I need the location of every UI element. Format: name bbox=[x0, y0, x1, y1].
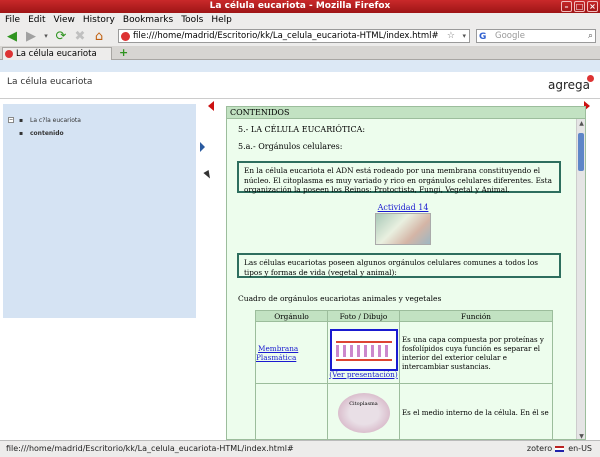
window-controls: – □ × bbox=[561, 1, 598, 12]
tab-bar: La célula eucariota + bbox=[0, 46, 600, 60]
tab-favicon-icon bbox=[5, 50, 13, 58]
organo-cell: Membrana Plasmática bbox=[255, 321, 328, 384]
menu-file[interactable]: File bbox=[5, 15, 20, 25]
tree-collapse-icon[interactable]: − bbox=[8, 117, 14, 123]
new-tab-plus-icon[interactable]: + bbox=[119, 46, 128, 59]
maximize-icon[interactable]: □ bbox=[574, 1, 585, 12]
content-frame: CONTENIDOS ▲ ▼ 5.- LA CÉLULA EUCARIÓTICA… bbox=[226, 106, 586, 440]
menu-edit[interactable]: Edit bbox=[28, 15, 45, 25]
citoplasma-label: Citoplasma bbox=[349, 400, 378, 407]
table-caption: Cuadro de orgánulos eucariotas animales … bbox=[238, 294, 442, 303]
locale-indicator[interactable]: en-US bbox=[568, 444, 592, 453]
stop-icon[interactable]: ✖ bbox=[72, 28, 88, 44]
expand-sidebar-arrow-icon[interactable] bbox=[200, 142, 205, 152]
status-text: file:///home/madrid/Escritorio/kk/La_cel… bbox=[6, 444, 294, 453]
mouse-cursor-icon bbox=[203, 170, 213, 180]
search-placeholder: Google bbox=[495, 31, 525, 41]
membrane-layer-bottom bbox=[335, 358, 392, 361]
tree-page-icon: ▪ bbox=[19, 130, 24, 137]
table-header-row: Orgánulo Foto / Dibujo Función bbox=[255, 310, 553, 322]
section-subheading: 5.a.- Orgánulos celulares: bbox=[238, 142, 343, 151]
scroll-down-icon[interactable]: ▼ bbox=[578, 433, 585, 439]
logo-plus-icon bbox=[587, 75, 594, 82]
tree-item-contenido[interactable]: contenido bbox=[30, 130, 64, 137]
membrane-proteins bbox=[335, 344, 392, 357]
forward-arrow-icon[interactable]: ▶ bbox=[23, 28, 39, 44]
search-input[interactable]: G Google ⌕ bbox=[476, 29, 596, 43]
page-title: La célula eucariota bbox=[7, 77, 93, 87]
menu-bar: File Edit View History Bookmarks Tools H… bbox=[0, 13, 600, 26]
tab-la-celula[interactable]: La célula eucariota bbox=[2, 47, 112, 60]
bookmark-star-icon[interactable]: ☆ bbox=[447, 30, 455, 42]
zotero-button[interactable]: zotero bbox=[527, 444, 552, 453]
activity-block: Actividad 14 bbox=[375, 203, 431, 245]
menu-history[interactable]: History bbox=[83, 15, 115, 25]
common-organelles-box: Las células eucariotas poseen algunos or… bbox=[237, 253, 561, 278]
section-heading: 5.- LA CÉLULA EUCARIÓTICA: bbox=[238, 125, 366, 134]
membrana-image[interactable] bbox=[329, 328, 398, 371]
status-right: zotero en-US bbox=[527, 441, 592, 457]
menu-help[interactable]: Help bbox=[211, 15, 232, 25]
close-icon[interactable]: × bbox=[587, 1, 598, 12]
status-bar: file:///home/madrid/Escritorio/kk/La_cel… bbox=[0, 440, 600, 457]
page-content: − ▪ La c?la eucariota ▪ contenido CONTEN… bbox=[0, 99, 600, 440]
menu-tools[interactable]: Tools bbox=[181, 15, 203, 25]
funcion-cell: Es el medio interno de la célula. En él … bbox=[399, 383, 553, 439]
history-dropdown-icon[interactable]: ▾ bbox=[42, 28, 50, 44]
header-strip bbox=[0, 60, 600, 72]
agrega-logo: agrega bbox=[548, 78, 590, 92]
col-foto: Foto / Dibujo bbox=[327, 310, 400, 322]
locale-flag-icon bbox=[554, 445, 564, 452]
google-icon[interactable]: G bbox=[479, 31, 486, 43]
url-dropdown-icon[interactable]: ▾ bbox=[462, 30, 466, 42]
search-icon[interactable]: ⌕ bbox=[588, 30, 593, 42]
scroll-up-icon[interactable]: ▲ bbox=[578, 120, 585, 127]
minimize-icon[interactable]: – bbox=[561, 1, 572, 12]
tab-label: La célula eucariota bbox=[16, 49, 97, 59]
tree-folder-icon: ▪ bbox=[19, 117, 24, 124]
ver-presentacion-link[interactable]: (Ver presentación) bbox=[328, 370, 399, 379]
window-title: La célula eucariota - Mozilla Firefox bbox=[209, 1, 391, 11]
col-funcion: Función bbox=[399, 310, 553, 322]
foto-cell: Citoplasma bbox=[327, 383, 400, 439]
table-row: Membrana Plasmática (Ver presentación) E… bbox=[255, 321, 553, 384]
intro-box: En la célula eucariota el ADN está rodea… bbox=[237, 161, 561, 194]
foto-cell: (Ver presentación) bbox=[327, 321, 400, 384]
menu-view[interactable]: View bbox=[54, 15, 75, 25]
reload-icon[interactable]: ⟳ bbox=[53, 28, 69, 44]
col-organo: Orgánulo bbox=[255, 310, 328, 322]
frame-title: CONTENIDOS bbox=[227, 107, 585, 119]
home-icon[interactable]: ⌂ bbox=[91, 28, 107, 44]
window-titlebar: La célula eucariota - Mozilla Firefox – … bbox=[0, 0, 600, 13]
tree-root-item[interactable]: La c?la eucariota bbox=[30, 117, 81, 124]
citoplasma-image[interactable]: Citoplasma bbox=[337, 392, 390, 433]
url-text: file:///home/madrid/Escritorio/kk/La_cel… bbox=[133, 31, 439, 41]
previous-arrow-icon[interactable] bbox=[208, 101, 214, 111]
content-scrollbar[interactable]: ▲ ▼ bbox=[576, 119, 585, 439]
membrane-layer-top bbox=[335, 340, 392, 343]
back-arrow-icon[interactable]: ◀ bbox=[4, 28, 20, 44]
menu-bookmarks[interactable]: Bookmarks bbox=[123, 15, 173, 25]
organo-cell bbox=[255, 383, 328, 439]
navigation-toolbar: ◀ ▶ ▾ ⟳ ✖ ⌂ file:///home/madrid/Escritor… bbox=[0, 26, 600, 46]
site-favicon-icon bbox=[121, 32, 130, 41]
navigation-tree: − ▪ La c?la eucariota ▪ contenido bbox=[3, 104, 196, 318]
table-row: Citoplasma Es el medio interno de la cél… bbox=[255, 383, 553, 439]
scroll-thumb[interactable] bbox=[578, 133, 584, 171]
membrana-link[interactable]: Membrana Plasmática bbox=[256, 344, 298, 362]
url-bar[interactable]: file:///home/madrid/Escritorio/kk/La_cel… bbox=[118, 29, 470, 43]
organelles-table: Orgánulo Foto / Dibujo Función Membrana … bbox=[255, 310, 553, 439]
activity-link[interactable]: Actividad 14 bbox=[378, 203, 429, 212]
activity-thumbnail[interactable] bbox=[375, 213, 431, 245]
funcion-cell: Es una capa compuesta por proteínas y fo… bbox=[399, 321, 553, 384]
page-header: La célula eucariota agrega bbox=[0, 60, 600, 99]
